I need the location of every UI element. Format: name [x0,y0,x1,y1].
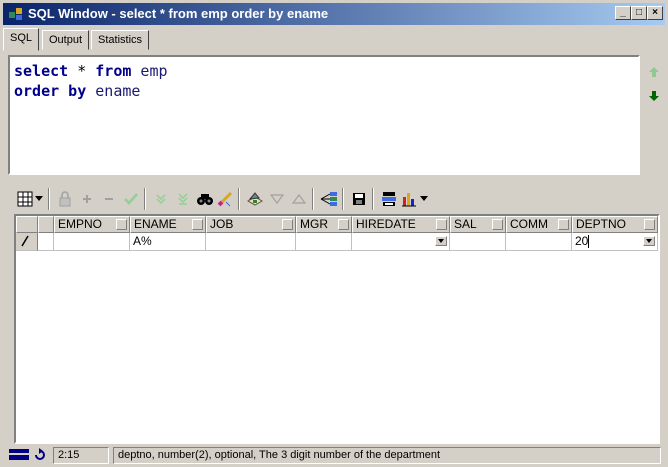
text-cursor [588,235,590,249]
refresh-icon[interactable] [33,448,47,462]
export-icon[interactable] [318,188,340,210]
row-indicator[interactable] [16,233,38,251]
grid-corner-header [16,216,38,233]
row-number-cell [38,233,54,251]
code-line-2: order by ename [14,81,168,101]
tab-statistics[interactable]: Statistics [91,30,150,50]
cell-ename[interactable]: A% [130,233,206,251]
tab-sql[interactable]: SQL [3,28,40,51]
clear-icon[interactable] [214,188,236,210]
maximize-button[interactable]: □ [631,6,647,20]
sql-code[interactable]: select * from emp order by ename [14,61,168,101]
connection-icon[interactable] [9,448,29,462]
code-line-1: select * from emp [14,61,168,81]
column-header-mgr[interactable]: MGR [296,216,352,233]
cell-empno[interactable] [54,233,130,251]
close-button[interactable]: × [647,6,663,20]
grid-toolbar [14,184,654,214]
minimize-button[interactable]: _ [615,6,631,20]
tab-output[interactable]: Output [42,30,90,50]
title-bar[interactable]: SQL Window - select * from emp order by … [3,3,665,25]
arrow-up-icon[interactable] [648,66,660,78]
edit-pencil-icon [21,235,29,247]
filter-icon[interactable] [266,188,288,210]
grid-select-icon[interactable] [14,188,36,210]
window-title: SQL Window - select * from emp order by … [28,6,329,21]
plsql-app-icon [9,8,22,20]
column-header-deptno[interactable]: DEPTNO [572,216,658,233]
cell-job[interactable] [206,233,296,251]
sort-icon[interactable] [288,188,310,210]
column-header-ename[interactable]: ENAME [130,216,206,233]
column-name: ename [86,82,141,100]
save-icon[interactable] [348,188,370,210]
arrow-down-icon[interactable] [648,90,660,102]
code-star: * [68,62,96,80]
column-header-sal[interactable]: SAL [450,216,506,233]
dropdown-icon[interactable] [34,188,44,210]
column-header-empno[interactable]: EMPNO [54,216,130,233]
column-header-comm[interactable]: COMM [506,216,572,233]
toolbar-separator [312,188,314,210]
cell-deptno[interactable]: 20 [572,233,658,251]
status-bar: 2:15 deptno, number(2), optional, The 3 … [3,447,665,465]
cell-comm[interactable] [506,233,572,251]
hiredate-dropdown-icon[interactable] [435,236,447,246]
toolbar-separator [238,188,240,210]
tab-strip: SQL Output Statistics [3,28,665,51]
print-icon[interactable] [378,188,400,210]
chart-dropdown-icon[interactable] [419,188,429,210]
last-page-icon[interactable] [172,188,194,210]
result-grid[interactable]: EMPNO ENAME JOB MGR HIREDATE SAL COMM DE… [14,214,660,444]
toolbar-separator [342,188,344,210]
column-header-job[interactable]: JOB [206,216,296,233]
status-message: deptno, number(2), optional, The 3 digit… [113,447,661,464]
next-page-icon[interactable] [150,188,172,210]
toolbar-separator [372,188,374,210]
deptno-dropdown-icon[interactable] [643,236,655,246]
table-name: emp [131,62,168,80]
status-icons [3,447,51,464]
sql-editor[interactable]: select * from emp order by ename [8,55,640,175]
cell-hiredate[interactable] [352,233,450,251]
query-by-example-icon[interactable] [244,188,266,210]
cursor-position: 2:15 [53,447,109,464]
toolbar-separator [48,188,50,210]
cell-sal[interactable] [450,233,506,251]
grid-indicator-header [38,216,54,233]
lock-icon[interactable] [54,188,76,210]
find-icon[interactable] [194,188,216,210]
keyword-from: from [95,62,132,80]
column-header-hiredate[interactable]: HIREDATE [352,216,450,233]
delete-record-icon[interactable] [98,188,120,210]
toolbar-separator [144,188,146,210]
add-record-icon[interactable] [76,188,98,210]
keyword-order-by: order by [14,82,87,100]
keyword-select: select [14,62,69,80]
sql-window: SQL Window - select * from emp order by … [0,0,668,467]
cell-mgr[interactable] [296,233,352,251]
post-icon[interactable] [120,188,142,210]
